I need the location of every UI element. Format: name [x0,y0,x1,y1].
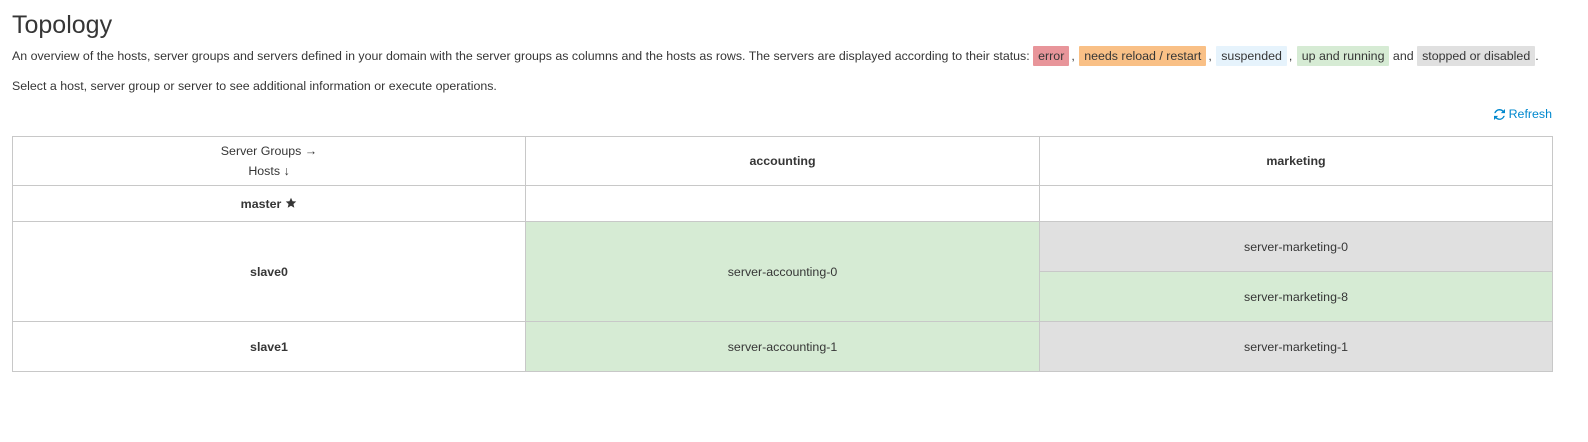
status-label-running: up and running [1296,46,1390,66]
server-group-accounting[interactable]: accounting [525,136,1040,186]
refresh-button[interactable]: Refresh [1493,107,1552,121]
host-master[interactable]: master [12,185,526,222]
header-row: Server Groups → Hosts ↓ accounting marke… [12,136,1553,186]
refresh-icon [1493,108,1505,120]
corner-header: Server Groups → Hosts ↓ [12,136,526,186]
server-marketing-0[interactable]: server-marketing-0 [1040,222,1552,271]
status-label-suspended: suspended [1216,46,1287,66]
marketing-servers-slave0: server-marketing-0 server-marketing-8 [1039,221,1553,322]
topology-table: Server Groups → Hosts ↓ accounting marke… [12,136,1553,372]
refresh-label: Refresh [1508,107,1552,121]
host-slave1[interactable]: slave1 [12,321,526,372]
host-slave0[interactable]: slave0 [12,221,526,322]
instruction-text: Select a host, server group or server to… [12,79,497,93]
page-title: Topology [12,11,113,39]
intro-description: An overview of the hosts, server groups … [12,49,1030,63]
server-marketing-8[interactable]: server-marketing-8 [1040,271,1552,321]
star-icon [286,197,297,208]
and-text: and [1392,49,1414,63]
host-name: master [240,196,282,211]
server-accounting-0[interactable]: server-accounting-0 [525,221,1040,322]
host-row-master: master [12,185,1553,222]
server-group-marketing[interactable]: marketing [1039,136,1553,186]
hosts-axis-label: Hosts ↓ [248,164,290,178]
server-marketing-1[interactable]: server-marketing-1 [1039,321,1553,372]
intro-text: An overview of the hosts, server groups … [12,45,1582,67]
empty-cell [1039,185,1553,222]
host-row-slave1: slave1 server-accounting-1 server-market… [12,321,1553,372]
server-accounting-1[interactable]: server-accounting-1 [525,321,1040,372]
empty-cell [525,185,1040,222]
status-label-error: error [1033,46,1070,66]
status-label-stopped: stopped or disabled [1417,46,1536,66]
status-label-reload: needs reload / restart [1079,46,1207,66]
host-row-slave0: slave0 server-accounting-0 server-market… [12,221,1553,322]
server-groups-axis-label: Server Groups → [220,144,318,158]
